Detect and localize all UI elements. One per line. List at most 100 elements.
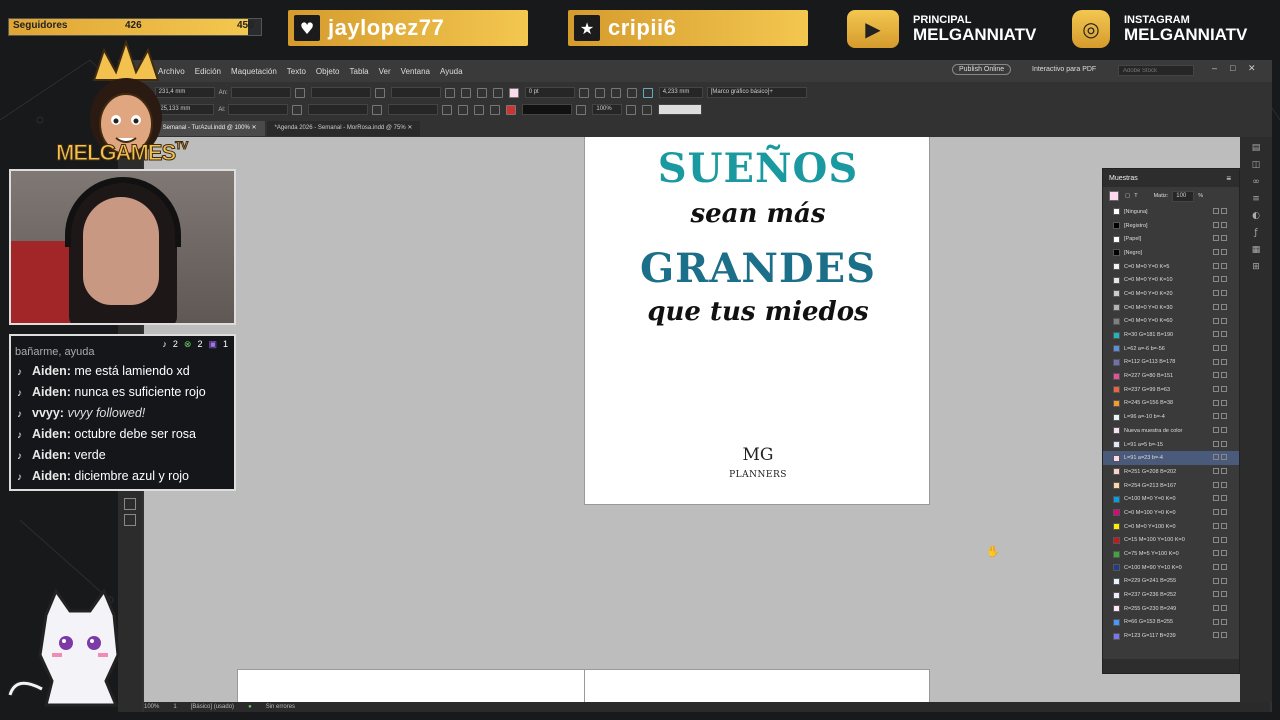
swatch-row[interactable]: R=229 G=241 B=255 (1103, 575, 1239, 589)
swatch-row[interactable]: R=255 G=230 B=249 (1103, 602, 1239, 616)
swatch-row[interactable]: R=66 G=153 B=255 (1103, 616, 1239, 630)
color-panel-icon[interactable]: ◐ (1250, 210, 1262, 222)
brand-logo[interactable]: MG (585, 445, 931, 465)
swatch-row[interactable]: Nueva muestra de color (1103, 424, 1239, 438)
align-icon[interactable] (642, 104, 653, 115)
select-content-icon[interactable] (474, 104, 485, 115)
tab-morrosa[interactable]: *Agenda 2026 - Semanal - MorRosa.indd @ … (266, 121, 421, 136)
text-wrap-panel-icon[interactable]: ▦ (1250, 244, 1262, 256)
tool-screen-mode-icon[interactable] (124, 514, 136, 526)
base-style[interactable]: [Básico] (usado) (191, 704, 234, 710)
page-headline-grandes[interactable]: GRANDES (585, 245, 931, 292)
pages-panel-icon[interactable]: ▤ (1250, 142, 1262, 154)
shear-icon[interactable] (372, 104, 383, 115)
brand-name[interactable]: PLANNERS (585, 470, 931, 480)
panel-menu-icon[interactable]: ≡ (1226, 174, 1231, 183)
fitting-icon[interactable] (578, 87, 589, 98)
swatch-row[interactable]: [Negro] (1103, 246, 1239, 260)
preflight-status[interactable]: Sin errores (266, 704, 295, 710)
stroke-type-select[interactable] (522, 104, 573, 115)
scale-x-field[interactable] (310, 87, 371, 98)
swatch-row[interactable]: C=0 M=0 Y=0 K=10 (1103, 273, 1239, 287)
swatch-row[interactable]: R=245 G=156 B=38 (1103, 397, 1239, 411)
fill-color-swatch[interactable] (508, 87, 519, 98)
swatch-row[interactable]: R=227 G=80 B=151 (1103, 369, 1239, 383)
swatch-row[interactable]: C=100 M=90 Y=10 K=0 (1103, 561, 1239, 575)
swatch-row[interactable]: L=91 a=5 b=-15 (1103, 438, 1239, 452)
page-number[interactable]: 1 (173, 704, 176, 710)
drop-shadow-icon[interactable] (626, 87, 637, 98)
opacity-icon[interactable] (576, 104, 587, 115)
swatch-row[interactable]: C=0 M=0 Y=0 K=30 (1103, 301, 1239, 315)
shear-field[interactable] (388, 104, 439, 115)
object-style-select[interactable]: [Marco gráfico básico]+ (706, 87, 807, 98)
link-icon[interactable] (292, 104, 303, 115)
menu-ayuda[interactable]: Ayuda (440, 67, 463, 76)
flip-icon[interactable] (460, 87, 471, 98)
path-icon[interactable] (458, 104, 469, 115)
page-headline-suenos[interactable]: SUEÑOS (585, 145, 931, 192)
close-icon[interactable]: ✕ (1248, 63, 1256, 74)
text-format-icon[interactable]: T (1134, 193, 1137, 199)
rotate-icon[interactable] (444, 87, 455, 98)
menu-ver[interactable]: Ver (379, 67, 391, 76)
swatch-row[interactable]: [Papel] (1103, 232, 1239, 246)
menu-tabla[interactable]: Tabla (350, 67, 369, 76)
swatch-row[interactable]: R=254 G=213 B=167 (1103, 479, 1239, 493)
swatch-row[interactable]: C=75 M=5 Y=100 K=0 (1103, 547, 1239, 561)
swatch-row[interactable]: R=112 G=113 B=178 (1103, 356, 1239, 370)
tint-field[interactable]: 100 (1172, 190, 1195, 202)
page-text-que-tus-miedos[interactable]: que tus miedos (585, 297, 931, 327)
menu-texto[interactable]: Texto (287, 67, 306, 76)
swatch-row[interactable]: C=15 M=100 Y=100 K=0 (1103, 534, 1239, 548)
page-text-sean-mas[interactable]: sean más (585, 199, 931, 229)
menu-ventana[interactable]: Ventana (401, 67, 430, 76)
swatch-row[interactable]: L=96 a=-10 b=-4 (1103, 410, 1239, 424)
swatch-row[interactable]: C=0 M=0 Y=0 K=60 (1103, 315, 1239, 329)
align-panel-icon[interactable]: ⊞ (1250, 261, 1262, 273)
swatch-row[interactable]: C=0 M=0 Y=100 K=0 (1103, 520, 1239, 534)
stroke-color-swatch[interactable] (506, 104, 517, 115)
swatch-row[interactable]: R=30 G=181 B=190 (1103, 328, 1239, 342)
menu-maquetacion[interactable]: Maquetación (231, 67, 277, 76)
swatch-row[interactable]: R=237 G=236 B=252 (1103, 588, 1239, 602)
rotation-field[interactable] (390, 87, 441, 98)
swatch-row[interactable]: C=0 M=0 Y=0 K=20 (1103, 287, 1239, 301)
document-page[interactable]: SUEÑOS sean más GRANDES que tus miedos M… (584, 137, 930, 505)
flip-vertical-icon[interactable] (442, 104, 453, 115)
auto-fit-icon[interactable] (642, 87, 653, 98)
select-container-icon[interactable] (492, 87, 503, 98)
previous-object-icon[interactable] (490, 104, 501, 115)
effects-fx-icon[interactable] (610, 87, 621, 98)
swatches-panel-header[interactable]: Muestras ≡ (1103, 169, 1239, 187)
stroke-weight-field[interactable]: 0 pt (524, 87, 575, 98)
effects-panel-icon[interactable]: ƒ (1250, 227, 1262, 239)
maximize-icon[interactable]: □ (1230, 63, 1235, 73)
constrain-scale-icon[interactable] (374, 87, 385, 98)
swatch-row[interactable]: [Registro] (1103, 219, 1239, 233)
height-field[interactable] (228, 104, 289, 115)
swatch-row[interactable]: L=91 a=23 b=-4 (1103, 451, 1239, 466)
swatch-row[interactable]: R=237 G=99 B=63 (1103, 383, 1239, 397)
fill-stroke-toggle[interactable] (1109, 191, 1119, 201)
swatch-row[interactable]: R=251 G=208 B=202 (1103, 465, 1239, 479)
document-canvas[interactable]: SUEÑOS sean más GRANDES que tus miedos M… (144, 137, 1240, 702)
links-panel-icon[interactable]: ∞ (1250, 176, 1262, 188)
layers-panel-icon[interactable]: ◫ (1250, 159, 1262, 171)
swatch-row[interactable]: C=100 M=0 Y=0 K=0 (1103, 492, 1239, 506)
adobe-stock-search-input[interactable] (1118, 65, 1194, 76)
width-field[interactable] (230, 87, 291, 98)
menu-objeto[interactable]: Objeto (316, 67, 340, 76)
swatch-row[interactable]: R=123 G=117 B=239 (1103, 629, 1239, 643)
menu-edicion[interactable]: Edición (195, 67, 221, 76)
scale-y-field[interactable] (308, 104, 369, 115)
opacity-field[interactable]: 100% (592, 104, 623, 115)
wrap-icon[interactable] (626, 104, 637, 115)
swatch-row[interactable]: C=0 M=0 Y=0 K=5 (1103, 260, 1239, 274)
workspace-switcher[interactable]: Interactivo para PDF (1032, 66, 1096, 73)
color-preview-field[interactable] (658, 104, 703, 115)
zoom-level[interactable]: 100% (144, 704, 159, 710)
swatch-row[interactable]: C=0 M=100 Y=0 K=0 (1103, 506, 1239, 520)
publish-online-button[interactable]: Publish Online (952, 64, 1012, 75)
type-on-path-icon[interactable] (476, 87, 487, 98)
